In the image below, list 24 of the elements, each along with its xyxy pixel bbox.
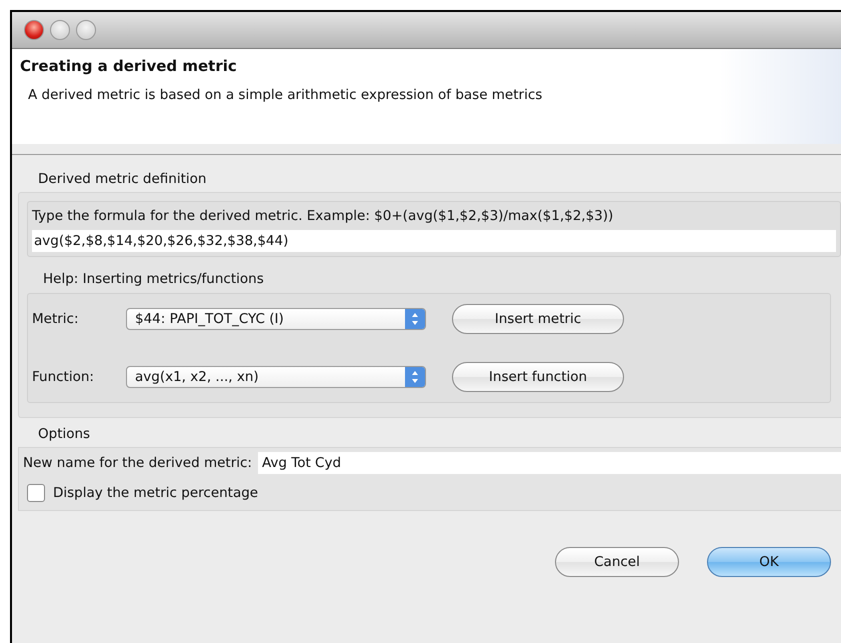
close-button[interactable] (24, 20, 44, 40)
dialog-title: Creating a derived metric (20, 57, 238, 75)
stepper-icon (405, 367, 425, 387)
name-field[interactable]: Avg Tot Cyd (258, 452, 841, 474)
field-label: Function: (32, 369, 95, 385)
insert-button[interactable]: Insert metric (452, 304, 624, 334)
checkbox-label: Display the metric percentage (53, 485, 258, 501)
stepper-icon (405, 309, 425, 329)
group-label: Help: Inserting metrics/functions (43, 271, 265, 287)
checkbox[interactable] (27, 484, 45, 502)
instruction-text: Type the formula for the derived metric. Example: $0+(avg($1,$2,$3)/max($1,$2,$3)) (32, 208, 614, 224)
field-label: New name for the derived metric: (23, 455, 252, 471)
minimize-button[interactable] (50, 20, 70, 40)
dropdown[interactable]: $44: PAPI_TOT_CYC (I) (126, 308, 426, 330)
dialog-description: A derived metric is based on a simple arithmetic expression of base metrics (28, 87, 544, 103)
ok-button[interactable]: OK (707, 547, 831, 577)
group-label: Options (38, 426, 92, 442)
dropdown[interactable]: avg(x1, x2, ..., xn) (126, 366, 426, 388)
group-label: Derived metric definition (38, 171, 208, 187)
zoom-button[interactable] (76, 20, 96, 40)
field-label: Metric: (32, 311, 80, 327)
insert-button[interactable]: Insert function (452, 362, 624, 392)
cancel-button[interactable]: Cancel (555, 547, 679, 577)
formula-field[interactable]: avg($2,$8,$14,$20,$26,$32,$38,$44) (32, 230, 836, 252)
